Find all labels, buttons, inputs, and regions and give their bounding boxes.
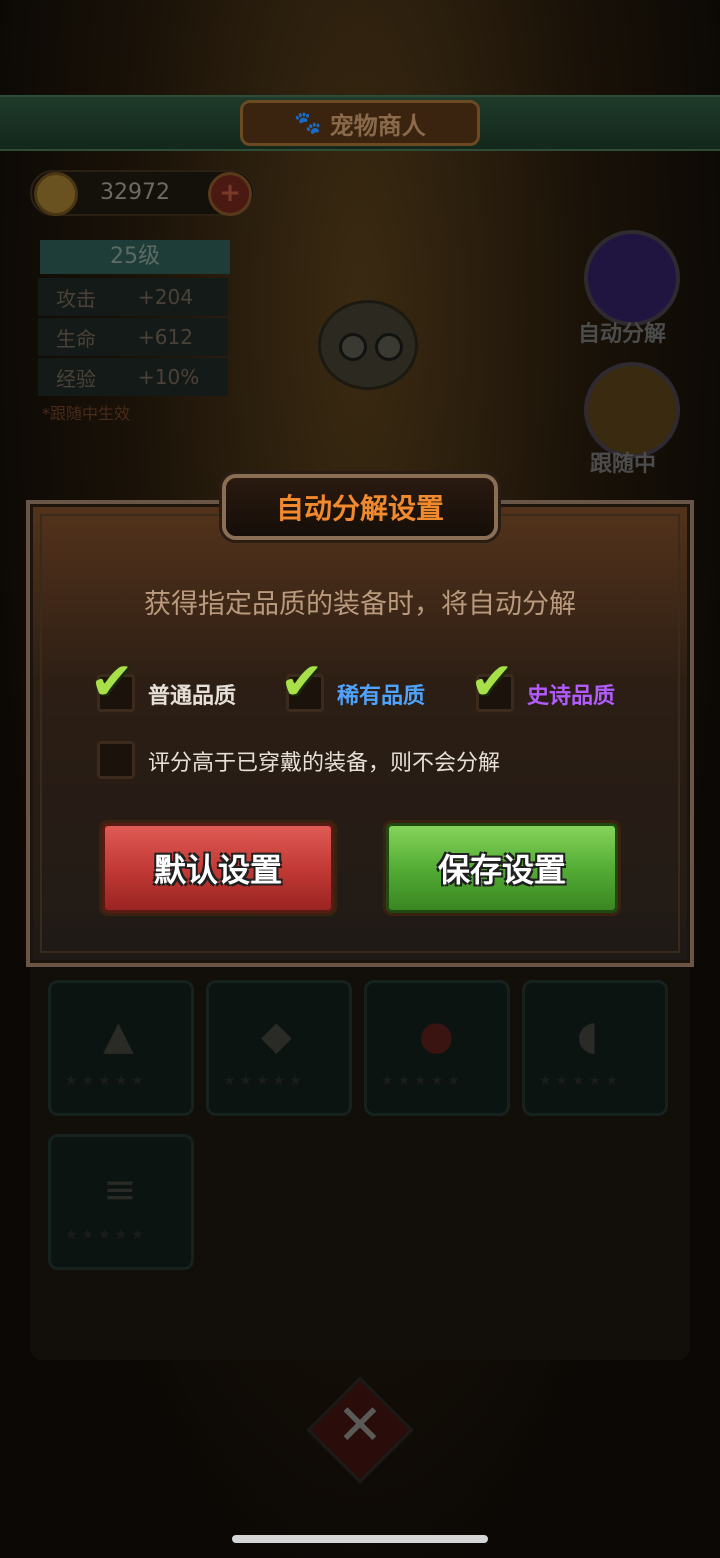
inventory-slot[interactable]: ▲ ★★★★★ (48, 980, 194, 1116)
stat-label: 生命 (56, 326, 96, 351)
label-epic-quality: 史诗品质 (527, 684, 616, 709)
coin-icon (34, 172, 78, 216)
home-indicator[interactable] (232, 1535, 488, 1543)
checkbox-keep-higher-score[interactable] (97, 741, 135, 779)
dialog-title: 自动分解设置 (275, 492, 444, 525)
default-settings-button[interactable]: 默认设置 (102, 823, 334, 913)
inventory-slot[interactable]: ● ★★★★★ (364, 980, 510, 1116)
save-settings-button[interactable]: 保存设置 (386, 823, 618, 913)
slot-stars: ★★★★★ (381, 1073, 464, 1089)
follow-label: 跟随中 (590, 452, 657, 477)
stat-row-attack: 攻击 +204 (38, 278, 228, 316)
pet-paw-icon: 🐾 (294, 110, 322, 136)
stat-value: +204 (138, 285, 193, 309)
shop-title-plate: 🐾 宠物商人 (240, 100, 480, 146)
fish-bone-pet-icon: ≡ (103, 1167, 137, 1213)
stat-label: 攻击 (56, 286, 96, 311)
stat-row-exp: 经验 +10% (38, 358, 228, 396)
pet-eye (339, 333, 367, 361)
follow-note: *跟随中生效 (42, 404, 131, 423)
pet-avatar (318, 300, 418, 390)
pet-stats: 攻击 +204 生命 +612 经验 +10% (38, 278, 228, 398)
label-keep-higher-score: 评分高于已穿戴的装备，则不会分解 (148, 751, 501, 776)
label-rare-quality: 稀有品质 (337, 684, 426, 709)
follow-button[interactable] (584, 362, 680, 458)
inventory-slot[interactable]: ◖ ★★★★★ (522, 980, 668, 1116)
dialog-title-plate: 自动分解设置 (222, 474, 498, 540)
stat-row-health: 生命 +612 (38, 318, 228, 356)
slot-stars: ★★★★★ (539, 1073, 622, 1089)
checkmark-icon: ✔ (470, 652, 514, 712)
pet-eye (375, 333, 403, 361)
daruma-pet-icon: ● (419, 1013, 454, 1059)
pet-level: 25级 (40, 240, 230, 274)
stat-label: 经验 (56, 366, 96, 391)
chicken-pet-icon: ◆ (261, 1013, 292, 1059)
shop-title: 宠物商人 (329, 111, 426, 140)
inventory-slot[interactable]: ≡ ★★★★★ (48, 1134, 194, 1270)
onion-pet-icon: ▲ (103, 1013, 134, 1059)
checkmark-icon: ✔ (90, 652, 134, 712)
slot-stars: ★★★★★ (65, 1073, 148, 1089)
stat-value: +10% (138, 365, 200, 389)
label-common-quality: 普通品质 (148, 684, 237, 709)
auto-decompose-label: 自动分解 (578, 322, 667, 347)
inventory-slot[interactable]: ◆ ★★★★★ (206, 980, 352, 1116)
bird-pet-icon: ◖ (577, 1013, 599, 1059)
auto-decompose-button[interactable] (584, 230, 680, 326)
dialog-description: 获得指定品质的装备时，将自动分解 (144, 589, 576, 620)
checkmark-icon: ✔ (280, 652, 324, 712)
slot-stars: ★★★★★ (223, 1073, 306, 1089)
add-coins-button[interactable]: + (208, 172, 252, 216)
slot-stars: ★★★★★ (65, 1227, 148, 1243)
close-icon: ✕ (336, 1393, 384, 1458)
stat-value: +612 (138, 325, 193, 349)
coin-value: 32972 (100, 180, 170, 205)
